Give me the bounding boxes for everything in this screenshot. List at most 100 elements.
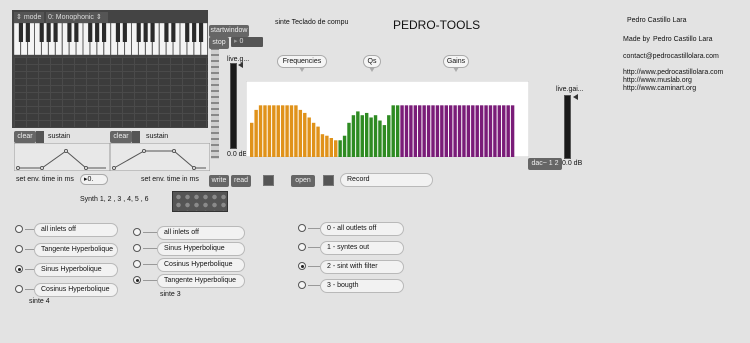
set-env-number[interactable]: ▸0. xyxy=(80,174,108,185)
sustain-toggle-1[interactable] xyxy=(36,131,44,143)
sinte4-radio-button[interactable] xyxy=(15,285,23,293)
frequency-bar[interactable] xyxy=(334,140,338,157)
gain-slider-right[interactable] xyxy=(564,95,571,159)
piano-black-key[interactable] xyxy=(39,23,44,42)
piano-keyboard[interactable] xyxy=(14,23,208,55)
gain-bar[interactable] xyxy=(497,105,502,157)
piano-black-key[interactable] xyxy=(136,23,141,42)
q-bar[interactable] xyxy=(369,117,373,157)
frequency-bar[interactable] xyxy=(311,122,316,157)
frequency-bar[interactable] xyxy=(250,122,254,157)
gain-bar[interactable] xyxy=(404,105,409,157)
q-bar[interactable] xyxy=(373,115,378,157)
sinte3-option[interactable]: Tangente Hyperbolique xyxy=(157,274,245,288)
outlets-radio-button[interactable] xyxy=(298,281,306,289)
gain-bar[interactable] xyxy=(418,105,422,157)
gain-bar[interactable] xyxy=(435,105,440,157)
gain-bar[interactable] xyxy=(448,105,453,157)
envelope-editor-1[interactable] xyxy=(14,143,110,171)
gain-bar[interactable] xyxy=(502,105,506,157)
frequency-bar[interactable] xyxy=(303,112,307,157)
frequency-bar[interactable] xyxy=(294,105,298,157)
sinte4-option[interactable]: Tangente Hyperbolique xyxy=(34,243,118,257)
piano-black-key[interactable] xyxy=(122,23,127,42)
piano-black-key[interactable] xyxy=(192,23,197,42)
frequency-bar[interactable] xyxy=(263,105,267,157)
gain-bar[interactable] xyxy=(466,105,471,157)
outlets-radio-button[interactable] xyxy=(298,262,306,270)
q-bar[interactable] xyxy=(351,115,356,157)
piano-black-key[interactable] xyxy=(198,23,204,42)
sinte3-option[interactable]: Cosinus Hyperbolique xyxy=(157,258,245,272)
stop-button[interactable]: stop xyxy=(209,37,229,49)
sinte4-option[interactable]: all inlets off xyxy=(34,223,118,237)
gain-slider-left[interactable] xyxy=(230,63,237,149)
piano-black-key[interactable] xyxy=(25,23,30,42)
gain-bar[interactable] xyxy=(475,105,479,157)
gain-bar[interactable] xyxy=(457,105,462,157)
gain-bar[interactable] xyxy=(479,105,484,157)
gain-bar[interactable] xyxy=(444,105,448,157)
q-bar[interactable] xyxy=(387,115,391,157)
q-bar[interactable] xyxy=(364,112,369,157)
sinte4-radio-button[interactable] xyxy=(15,265,23,273)
outlets-option[interactable]: 1 - syntes out xyxy=(320,241,404,255)
gain-bar[interactable] xyxy=(409,105,413,157)
frequency-bar[interactable] xyxy=(272,105,276,157)
sinte4-radio-button[interactable] xyxy=(15,225,23,233)
gain-bar[interactable] xyxy=(471,105,475,157)
frequency-bar[interactable] xyxy=(254,109,258,157)
sustain-toggle-2[interactable] xyxy=(132,131,140,143)
gain-bar[interactable] xyxy=(426,105,431,157)
gain-bar[interactable] xyxy=(440,105,444,157)
record-button[interactable]: Record xyxy=(340,173,433,187)
sinte3-radio-button[interactable] xyxy=(133,276,141,284)
dac-object[interactable]: dac~ 1 2 xyxy=(528,158,562,170)
piano-black-key[interactable] xyxy=(88,23,93,42)
clear-button-1[interactable]: clear xyxy=(14,131,36,143)
q-bar[interactable] xyxy=(342,135,347,157)
synth-matrix[interactable] xyxy=(172,191,228,212)
gain-bar[interactable] xyxy=(493,105,497,157)
frequency-bar[interactable] xyxy=(316,126,320,157)
frequency-bar[interactable] xyxy=(307,117,311,157)
sinte3-radio-button[interactable] xyxy=(133,244,141,252)
q-bar[interactable] xyxy=(382,125,387,157)
sinte3-option[interactable]: all inlets off xyxy=(157,226,245,240)
open-button[interactable]: open xyxy=(291,175,315,187)
matrix-column[interactable] xyxy=(211,49,219,159)
gain-bar[interactable] xyxy=(400,105,404,157)
gain-bar[interactable] xyxy=(453,105,457,157)
frequency-bar[interactable] xyxy=(298,109,303,157)
gain-bar[interactable] xyxy=(413,105,418,157)
sinte3-option[interactable]: Sinus Hyperbolique xyxy=(157,242,245,256)
q-bar[interactable] xyxy=(391,105,395,157)
piano-black-key[interactable] xyxy=(115,23,121,42)
gain-bar[interactable] xyxy=(506,105,510,157)
toggle-square-2[interactable] xyxy=(323,175,334,186)
frequency-bar[interactable] xyxy=(320,134,325,157)
eq-multislider[interactable] xyxy=(246,81,529,157)
clear-button-2[interactable]: clear xyxy=(110,131,132,143)
gain-bar[interactable] xyxy=(431,105,435,157)
piano-black-key[interactable] xyxy=(46,23,51,42)
frequency-bar[interactable] xyxy=(280,105,285,157)
gain-bar[interactable] xyxy=(422,105,426,157)
piano-black-key[interactable] xyxy=(74,23,79,42)
piano-black-key[interactable] xyxy=(171,23,176,42)
outlets-option[interactable]: 2 - sint with filter xyxy=(320,260,404,274)
piano-black-key[interactable] xyxy=(53,23,58,42)
piano-black-key[interactable] xyxy=(67,23,72,42)
q-bar[interactable] xyxy=(347,122,351,157)
sinte4-radio-button[interactable] xyxy=(15,245,23,253)
piano-black-key[interactable] xyxy=(150,23,155,42)
read-button[interactable]: read xyxy=(231,175,251,187)
sinte3-radio-button[interactable] xyxy=(133,260,141,268)
piano-black-key[interactable] xyxy=(18,23,24,42)
sinte4-option[interactable]: Sinus Hyperbolique xyxy=(34,263,118,277)
frequency-bar[interactable] xyxy=(276,105,280,157)
outlets-option[interactable]: 0 - all outlets off xyxy=(320,222,404,236)
outlets-radio-button[interactable] xyxy=(298,224,306,232)
sinte3-radio-button[interactable] xyxy=(133,228,141,236)
gain-bar[interactable] xyxy=(462,105,466,157)
